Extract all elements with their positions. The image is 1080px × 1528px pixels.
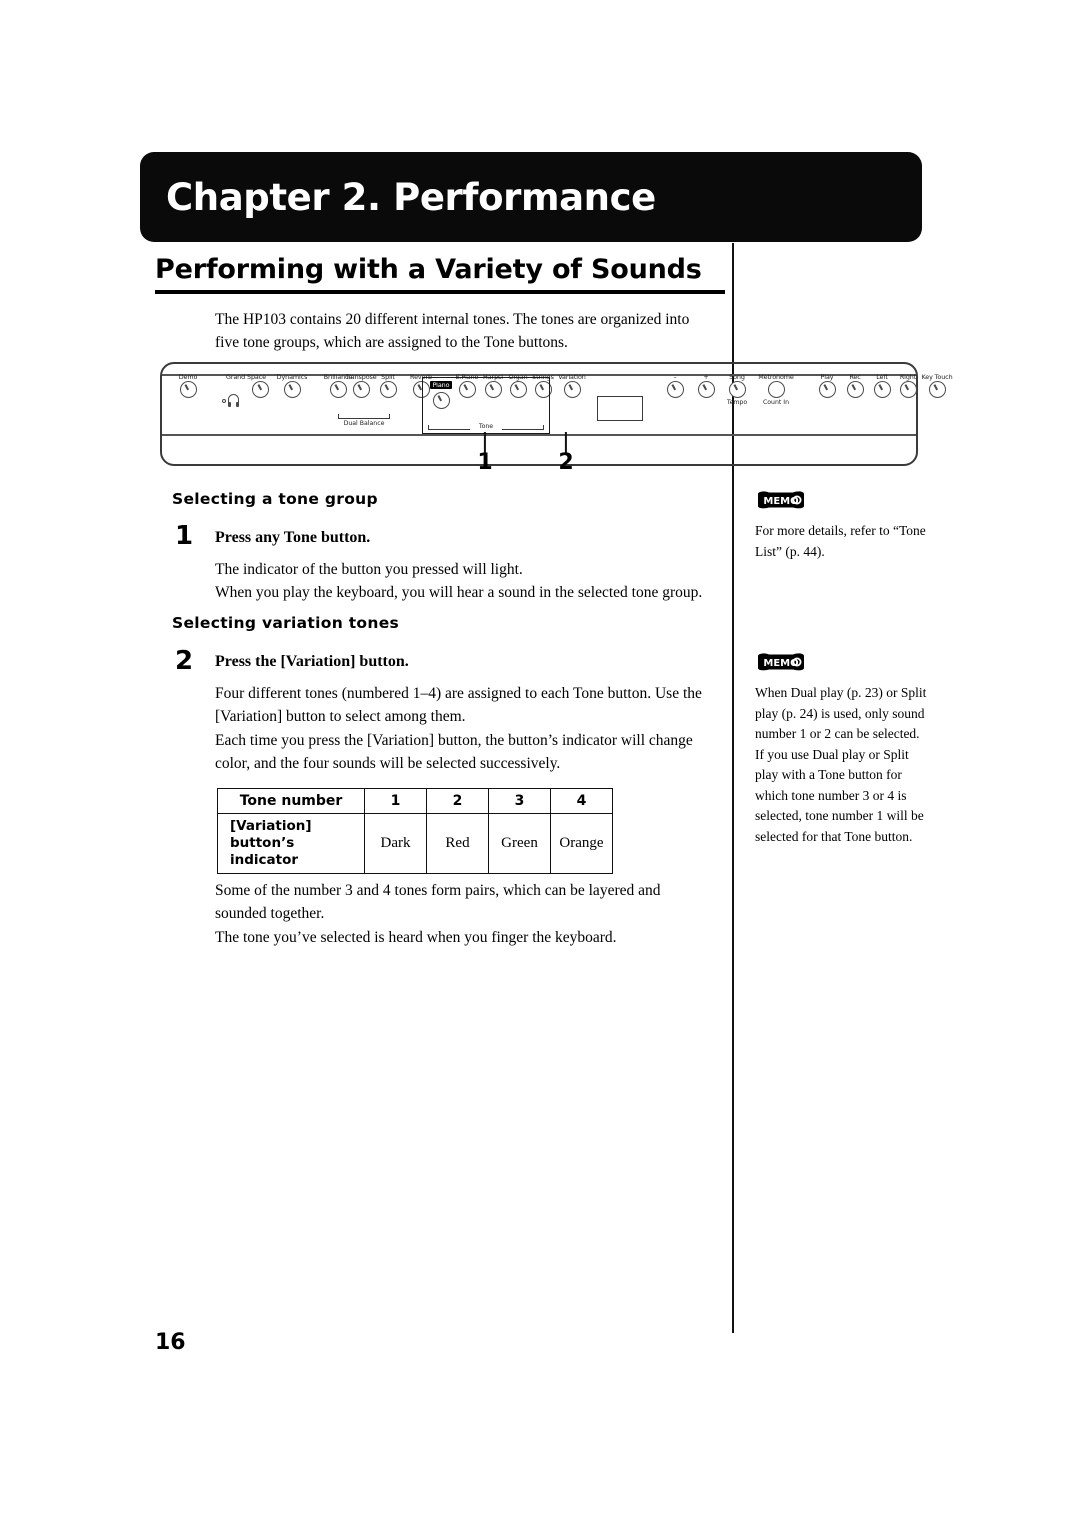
step-2-paragraph-1: Four different tones (numbered 1–4) are … xyxy=(215,685,702,726)
knob-icon xyxy=(252,381,269,399)
table-header-value-2: 2 xyxy=(426,788,489,814)
step-2-paragraph-2: Each time you press the [Variation] butt… xyxy=(215,732,693,773)
panel-knob-dynamics: Dynamics xyxy=(272,373,312,399)
panel-knob-grand-space: Grand Space xyxy=(222,373,270,399)
knob-icon xyxy=(767,381,785,399)
memo-badge-icon: MEMO xyxy=(755,490,807,512)
memo-tone-list: MEMO For more details, refer to “Tone Li… xyxy=(755,490,927,562)
table-row-label-line-1: [Variation] xyxy=(230,818,312,834)
chapter-title: Chapter 2. Performance xyxy=(166,175,656,219)
panel-knob-split: Split xyxy=(370,373,406,399)
table-header-value-1: 1 xyxy=(364,788,427,814)
subheading-selecting-variation-tones: Selecting variation tones xyxy=(172,614,400,632)
dual-balance-label: Dual Balance xyxy=(343,420,385,427)
panel-knob-minus-label: – xyxy=(673,373,677,381)
table-row-label-line-2: button’s indicator xyxy=(230,834,299,868)
table-row: [Variation] button’s indicator Dark Red … xyxy=(217,813,613,874)
panel-bottom-rule xyxy=(162,434,916,436)
table-cell-indicator-4: Orange xyxy=(550,813,613,874)
memo-book-icon: MEMO xyxy=(758,653,804,671)
table-row: Tone number 1 2 3 4 xyxy=(217,788,613,814)
knob-icon xyxy=(873,381,891,399)
memo-book-icon: MEMO xyxy=(758,491,804,509)
step-2-title: Press the [Variation] button. xyxy=(215,653,409,670)
panel-knob-demo-label: Demo xyxy=(178,373,198,381)
panel-knob-metronome[interactable]: Metronome Count In xyxy=(752,373,800,407)
knob-icon xyxy=(846,381,864,399)
panel-knob-dynamics-label: Dynamics xyxy=(276,373,308,381)
panel-knob-rec-label: Rec xyxy=(849,373,861,381)
section-title: Performing with a Variety of Sounds xyxy=(155,254,702,285)
panel-knob-grand-space-label: Grand Space xyxy=(225,373,266,381)
memo-dual-split-play-text: When Dual play (p. 23) or Split play (p.… xyxy=(755,685,927,844)
knob-icon xyxy=(563,381,581,399)
control-panel-diagram: Demo Grand Space Dynamics Brilliance Tra… xyxy=(160,362,953,466)
memo-dual-split-play: MEMO When Dual play (p. 23) or Split pla… xyxy=(755,652,927,847)
section-intro-paragraph: The HP103 contains 20 different internal… xyxy=(215,311,690,351)
knob-icon xyxy=(283,381,301,399)
memo-badge-icon: MEMO xyxy=(755,652,807,674)
knob-icon xyxy=(728,381,746,399)
table-cell-indicator-2: Red xyxy=(426,813,489,874)
knob-icon xyxy=(928,381,946,399)
tone-group-bracket-label: Tone xyxy=(476,423,496,430)
panel-knob-play-label: Play xyxy=(820,373,834,381)
panel-knob-rec[interactable]: Rec xyxy=(840,373,870,399)
section-rule xyxy=(155,289,725,294)
variation-indicator-table: Tone number 1 2 3 4 [Variation] button’s… xyxy=(217,788,613,874)
panel-knob-split-label: Split xyxy=(381,373,395,381)
step-2-number: 2 xyxy=(175,646,194,676)
panel-knob-minus[interactable]: – xyxy=(661,373,689,399)
step-1-paragraph-2: When you play the keyboard, you will hea… xyxy=(215,584,703,601)
panel-knob-key-touch-label: Key Touch xyxy=(921,373,953,381)
callout-1-number: 1 xyxy=(477,450,493,475)
knob-icon xyxy=(666,381,684,399)
dual-balance-bracket: Dual Balance xyxy=(338,412,390,432)
panel-knob-countin-sublabel: Count In xyxy=(762,399,790,407)
panel-knob-song-label: Song xyxy=(729,373,745,381)
chapter-header-bar: Chapter 2. Performance xyxy=(140,152,922,242)
table-cell-indicator-1: Dark xyxy=(364,813,427,874)
table-cell-indicator-3: Green xyxy=(488,813,551,874)
step-1-title: Press any Tone button. xyxy=(215,529,371,546)
knob-icon xyxy=(379,381,397,399)
panel-display-window xyxy=(597,396,643,421)
knob-icon xyxy=(352,381,370,399)
panel-knob-demo: Demo xyxy=(170,373,206,399)
panel-knob-tempo-sublabel: Tempo xyxy=(726,399,748,407)
table-header-value-3: 3 xyxy=(488,788,551,814)
panel-variation-button-label: Variation xyxy=(558,373,586,381)
knob-icon xyxy=(179,381,197,399)
subheading-selecting-a-tone-group: Selecting a tone group xyxy=(172,490,378,508)
panel-knob-metronome-label: Metronome xyxy=(758,373,794,381)
closing-paragraph-1: Some of the number 3 and 4 tones form pa… xyxy=(215,882,661,923)
memo-tone-list-text: For more details, refer to “Tone List” (… xyxy=(755,523,926,559)
section-header: Performing with a Variety of Sounds xyxy=(155,255,725,294)
panel-knob-play[interactable]: Play xyxy=(812,373,842,399)
step-1-paragraph-1: The indicator of the button you pressed … xyxy=(215,561,523,578)
table-row-label-variation-indicator: [Variation] button’s indicator xyxy=(217,813,365,874)
closing-paragraph-2: The tone you’ve selected is heard when y… xyxy=(215,929,617,946)
table-header-tone-number: Tone number xyxy=(217,788,365,814)
knob-icon xyxy=(899,381,917,399)
knob-icon xyxy=(697,381,715,399)
step-1-number: 1 xyxy=(175,521,194,551)
callout-2-number: 2 xyxy=(558,450,574,475)
panel-knob-song[interactable]: Song Tempo xyxy=(721,373,753,407)
jack-dot-icon xyxy=(222,399,226,403)
page-number: 16 xyxy=(155,1330,186,1355)
panel-variation-button[interactable]: Variation xyxy=(552,373,592,399)
panel-knob-plus[interactable]: + xyxy=(692,373,720,399)
panel-knob-plus-label: + xyxy=(703,373,709,381)
knob-icon xyxy=(818,381,836,399)
panel-knob-key-touch[interactable]: Key Touch xyxy=(917,373,957,399)
table-header-value-4: 4 xyxy=(550,788,613,814)
